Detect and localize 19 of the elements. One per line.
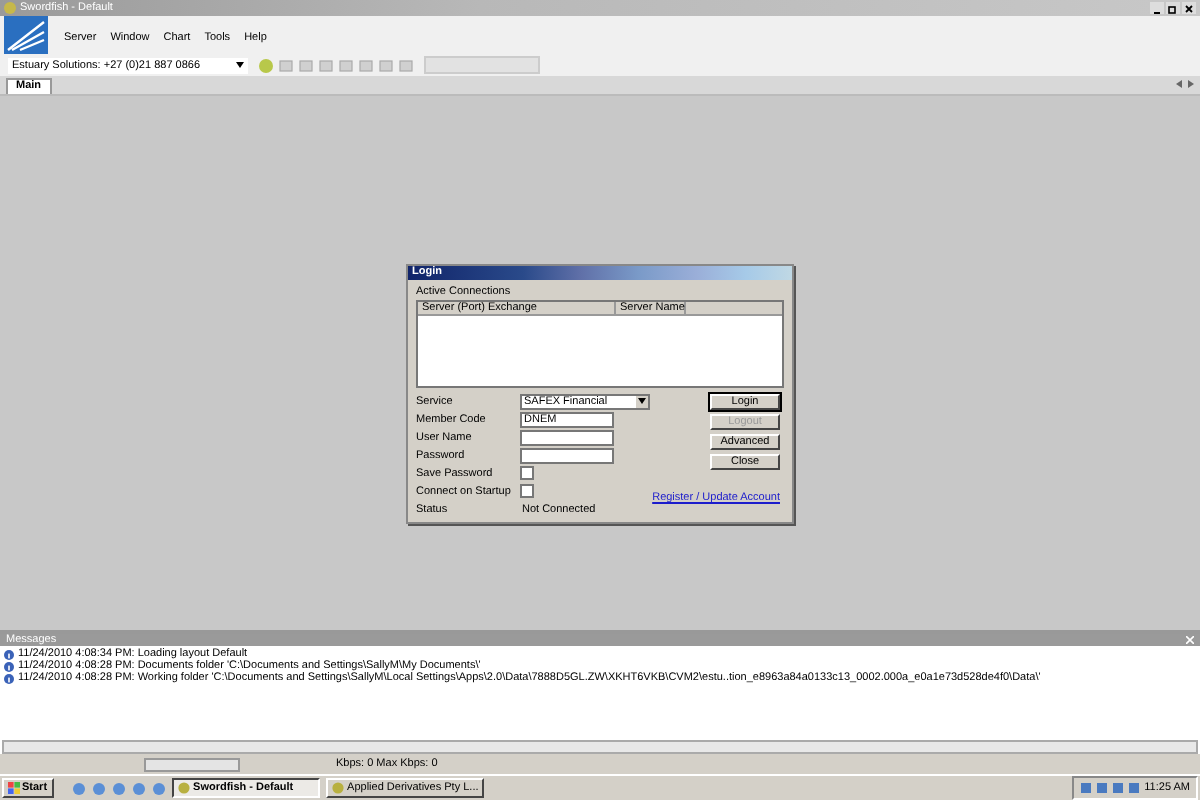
tab-scroll-icon[interactable]: [1176, 80, 1194, 92]
app-icon: [4, 2, 16, 14]
close-button[interactable]: [1182, 2, 1196, 14]
dropdown-arrow-icon: [638, 398, 646, 404]
minimize-button[interactable]: [1150, 2, 1164, 14]
close-icon[interactable]: [1186, 636, 1194, 644]
input-field[interactable]: [520, 447, 614, 463]
connect-icon[interactable]: [258, 57, 274, 73]
checkbox[interactable]: [520, 466, 534, 480]
horizontal-scrollbar[interactable]: [2, 740, 1198, 754]
app-icon: [331, 782, 344, 794]
windows-logo-icon: [8, 782, 20, 794]
input-field[interactable]: [520, 429, 614, 445]
restore-button[interactable]: [1166, 2, 1180, 14]
app-icon: [177, 782, 190, 794]
layout-dropdown[interactable]: [424, 56, 540, 74]
dropdown-arrow-icon: [236, 62, 244, 68]
logo-icon: [4, 16, 48, 54]
checkbox[interactable]: [520, 484, 534, 498]
